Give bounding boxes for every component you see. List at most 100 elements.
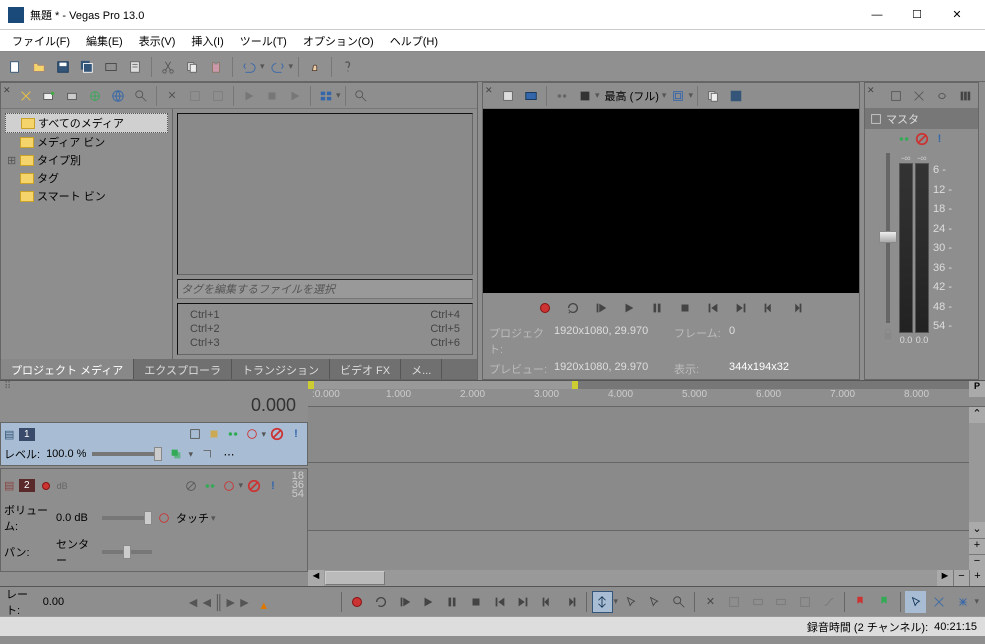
audio-track-header[interactable]: ▤ 2 dB ▾ ! 183654 ボリューム: 0.0 dB タッチ▾ [0, 468, 308, 572]
tab-mediagen[interactable]: メ... [401, 359, 442, 379]
loop-button[interactable] [371, 591, 392, 613]
close-button[interactable]: ✕ [937, 1, 977, 29]
pan-slider[interactable] [102, 550, 152, 554]
tab-project-media[interactable]: プロジェクト メディア [1, 359, 134, 379]
play-button[interactable] [238, 85, 260, 107]
menu-options[interactable]: オプション(O) [295, 30, 382, 52]
scrub-control[interactable]: ◄◄║►► [186, 594, 251, 610]
volume-slider[interactable] [102, 516, 152, 520]
lock-envelopes-button[interactable] [771, 591, 792, 613]
next-frame-button[interactable] [560, 591, 581, 613]
v-zoom-out-button[interactable]: − [969, 554, 985, 570]
solo-button[interactable]: ! [288, 426, 304, 442]
normal-edit-tool[interactable] [592, 591, 613, 613]
pause-button[interactable] [442, 591, 463, 613]
menu-file[interactable]: ファイル(F) [4, 30, 78, 52]
master-fx-button[interactable] [954, 85, 976, 107]
play-start-button[interactable] [394, 591, 415, 613]
invert-phase-button[interactable] [183, 478, 199, 494]
video-track-header[interactable]: ▤ 1 ▾ ! レベル: 100.0 % ▾ ⋯ [0, 422, 308, 466]
remove-button[interactable]: ✕ [161, 85, 183, 107]
panel-close-icon[interactable]: ✕ [867, 85, 877, 95]
track-fx-button[interactable] [225, 426, 241, 442]
tree-media-bins[interactable]: メディア ビン [5, 133, 168, 151]
level-value[interactable]: 100.0 % [46, 448, 86, 460]
go-start-button[interactable] [489, 591, 510, 613]
track-fx-button[interactable] [202, 478, 218, 494]
preview-props-button[interactable] [497, 85, 519, 107]
time-ruler[interactable]: :0.000 1.000 2.000 3.000 4.000 5.000 6.0… [308, 389, 985, 407]
lock-icon[interactable] [881, 327, 895, 341]
volume-value[interactable]: 0.0 dB [56, 512, 98, 524]
menu-tools[interactable]: ツール(T) [232, 30, 295, 52]
web-button[interactable] [107, 85, 129, 107]
solo-button[interactable]: ! [265, 478, 281, 494]
undo-button[interactable] [238, 56, 260, 78]
pan-value[interactable]: センター [56, 536, 98, 568]
level-slider[interactable] [92, 452, 162, 456]
capture-button[interactable] [38, 85, 60, 107]
tag-input[interactable]: タグを編集するファイルを選択 [177, 279, 473, 299]
video-preview[interactable] [483, 109, 859, 293]
copy-snapshot-button[interactable] [702, 85, 724, 107]
scan-button[interactable] [84, 85, 106, 107]
open-button[interactable] [28, 56, 50, 78]
view-button[interactable] [315, 85, 337, 107]
menu-help[interactable]: ヘルプ(H) [382, 30, 446, 52]
prev-frame-button[interactable] [758, 297, 780, 319]
external-monitor-button[interactable] [520, 85, 542, 107]
menu-edit[interactable]: 編集(E) [78, 30, 131, 52]
minimize-button[interactable]: ― [857, 1, 897, 29]
render-button[interactable] [100, 56, 122, 78]
stop-button[interactable] [674, 297, 696, 319]
media-list[interactable] [177, 113, 473, 275]
loop-region[interactable] [308, 381, 985, 389]
go-start-button[interactable] [702, 297, 724, 319]
prev-frame-button[interactable] [537, 591, 558, 613]
cut-button[interactable] [157, 56, 179, 78]
tree-smart-bins[interactable]: スマート ビン [5, 187, 168, 205]
properties-button[interactable] [124, 56, 146, 78]
paste-button[interactable] [205, 56, 227, 78]
bypass-fx-button[interactable] [187, 426, 203, 442]
search-button[interactable] [130, 85, 152, 107]
record-button[interactable] [534, 297, 556, 319]
props-button[interactable] [184, 85, 206, 107]
auto-ripple-button[interactable] [747, 591, 768, 613]
redo-button[interactable] [267, 56, 289, 78]
tree-all-media[interactable]: すべてのメディア [5, 113, 168, 133]
automation-button[interactable] [221, 478, 237, 494]
tab-transitions[interactable]: トランジション [232, 359, 330, 379]
ignore-grouping-button[interactable] [795, 591, 816, 613]
snap-button[interactable]: ✕ [700, 591, 721, 613]
panel-close-icon[interactable]: ✕ [485, 85, 495, 95]
v-zoom-in-button[interactable]: + [969, 538, 985, 554]
envelope-tool[interactable] [645, 591, 666, 613]
automation-button[interactable] [244, 426, 260, 442]
record-button[interactable] [347, 591, 368, 613]
insert-fx-button[interactable] [896, 131, 912, 147]
enable-snap-button[interactable] [905, 591, 926, 613]
play-button[interactable] [418, 591, 439, 613]
master-solo-button[interactable]: ! [932, 131, 948, 147]
track-motion-button[interactable] [206, 426, 222, 442]
time-display[interactable]: 0.000 [0, 389, 308, 422]
arm-record-button[interactable] [38, 478, 54, 494]
touch-button[interactable] [304, 56, 326, 78]
tree-tags[interactable]: タグ [5, 169, 168, 187]
region-button[interactable] [874, 591, 895, 613]
get-media-button[interactable] [61, 85, 83, 107]
marker-button[interactable] [850, 591, 871, 613]
import-button[interactable] [15, 85, 37, 107]
zoom-button[interactable] [350, 85, 372, 107]
copy-button[interactable] [181, 56, 203, 78]
split-screen-button[interactable] [574, 85, 596, 107]
maximize-button[interactable]: ☐ [897, 1, 937, 29]
quality-dropdown[interactable]: 最高 (フル) [601, 88, 663, 104]
new-button[interactable] [4, 56, 26, 78]
overlay-button[interactable] [667, 85, 689, 107]
help-button[interactable] [337, 56, 359, 78]
zoom-in-button[interactable]: + [969, 570, 985, 586]
mute-button[interactable] [269, 426, 285, 442]
stop-button[interactable] [465, 591, 486, 613]
